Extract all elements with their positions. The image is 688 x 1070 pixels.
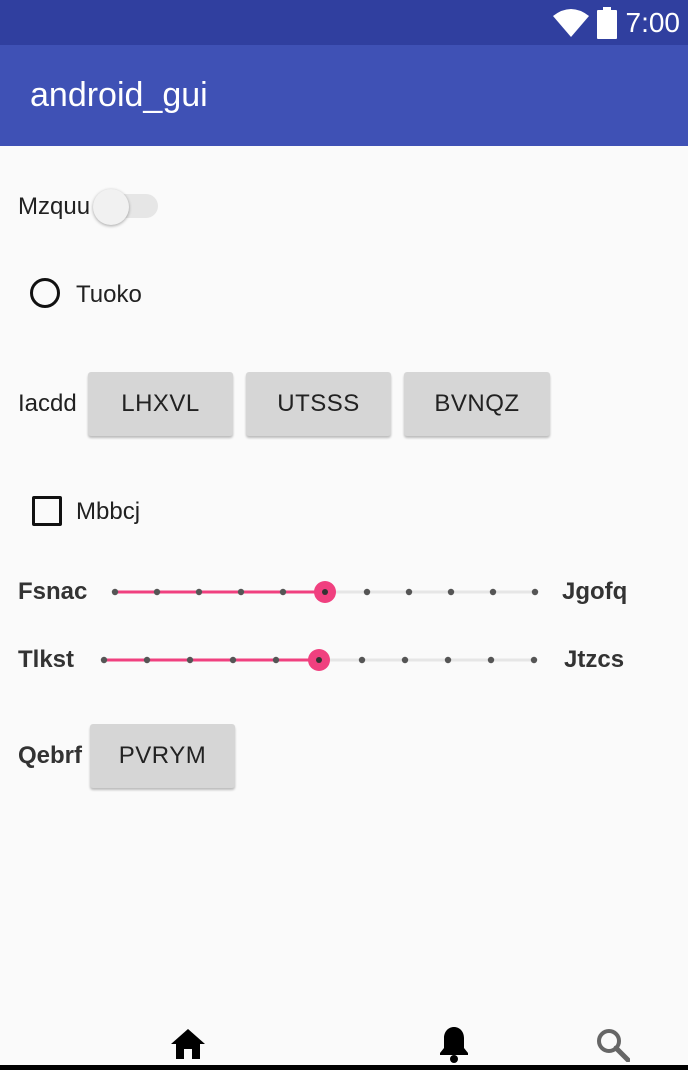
- nav-baseline: [0, 1065, 688, 1070]
- slider-tick: [237, 588, 245, 596]
- slider2-start-label: Tlkst: [18, 646, 75, 673]
- slider-tick: [186, 656, 194, 664]
- button-row-label: Iacdd: [18, 390, 77, 417]
- tlkst-slider[interactable]: [88, 645, 550, 675]
- slider-tick: [363, 588, 371, 596]
- search-icon[interactable]: [596, 1028, 630, 1062]
- utsss-button[interactable]: UTSSS: [246, 372, 391, 436]
- slider-tick: [401, 656, 409, 664]
- bottom-nav: [0, 1010, 688, 1070]
- slider1-start-label: Fsnac: [18, 578, 88, 605]
- slider-tick: [447, 588, 455, 596]
- wifi-icon: [553, 9, 589, 37]
- status-bar: 7:00: [0, 0, 688, 45]
- slider-tick: [405, 588, 413, 596]
- slider-tick: [229, 656, 237, 664]
- slider-tick: [195, 588, 203, 596]
- bell-icon[interactable]: [438, 1025, 470, 1063]
- status-time: 7:00: [625, 7, 681, 38]
- slider-tick: [100, 656, 108, 664]
- checkbox-label[interactable]: Mbbcj: [76, 498, 140, 526]
- bvnqz-button[interactable]: BVNQZ: [404, 372, 550, 436]
- slider-tick: [111, 588, 119, 596]
- slider-thumb-center: [316, 657, 322, 663]
- app-bar: android_gui: [0, 45, 688, 146]
- slider-thumb-center: [322, 589, 328, 595]
- battery-icon: [597, 7, 617, 39]
- slider-tick: [143, 656, 151, 664]
- mbbcj-checkbox[interactable]: [32, 496, 62, 526]
- app-title: android_gui: [30, 76, 208, 114]
- switch-thumb[interactable]: [93, 189, 129, 225]
- slider-tick: [272, 656, 280, 664]
- slider-tick: [487, 656, 495, 664]
- fsnac-slider[interactable]: [100, 577, 550, 607]
- pvrym-button[interactable]: PVRYM: [90, 724, 235, 788]
- slider-tick: [153, 588, 161, 596]
- slider-tick: [531, 588, 539, 596]
- slider1-svg[interactable]: [100, 577, 550, 607]
- radio-label[interactable]: Tuoko: [76, 281, 142, 309]
- home-icon[interactable]: [170, 1028, 206, 1060]
- slider2-svg[interactable]: [88, 645, 550, 675]
- slider-tick: [489, 588, 497, 596]
- slider2-end-label: Jtzcs: [564, 646, 625, 673]
- slider-tick: [530, 656, 538, 664]
- lhxvl-button[interactable]: LHXVL: [88, 372, 233, 436]
- slider-tick: [358, 656, 366, 664]
- button-row2-label: Qebrf: [18, 742, 83, 769]
- tuoko-radio[interactable]: [30, 278, 60, 308]
- switch-label: Mzquu: [18, 193, 91, 220]
- slider1-end-label: Jgofq: [562, 578, 628, 605]
- slider-tick: [444, 656, 452, 664]
- slider-tick: [279, 588, 287, 596]
